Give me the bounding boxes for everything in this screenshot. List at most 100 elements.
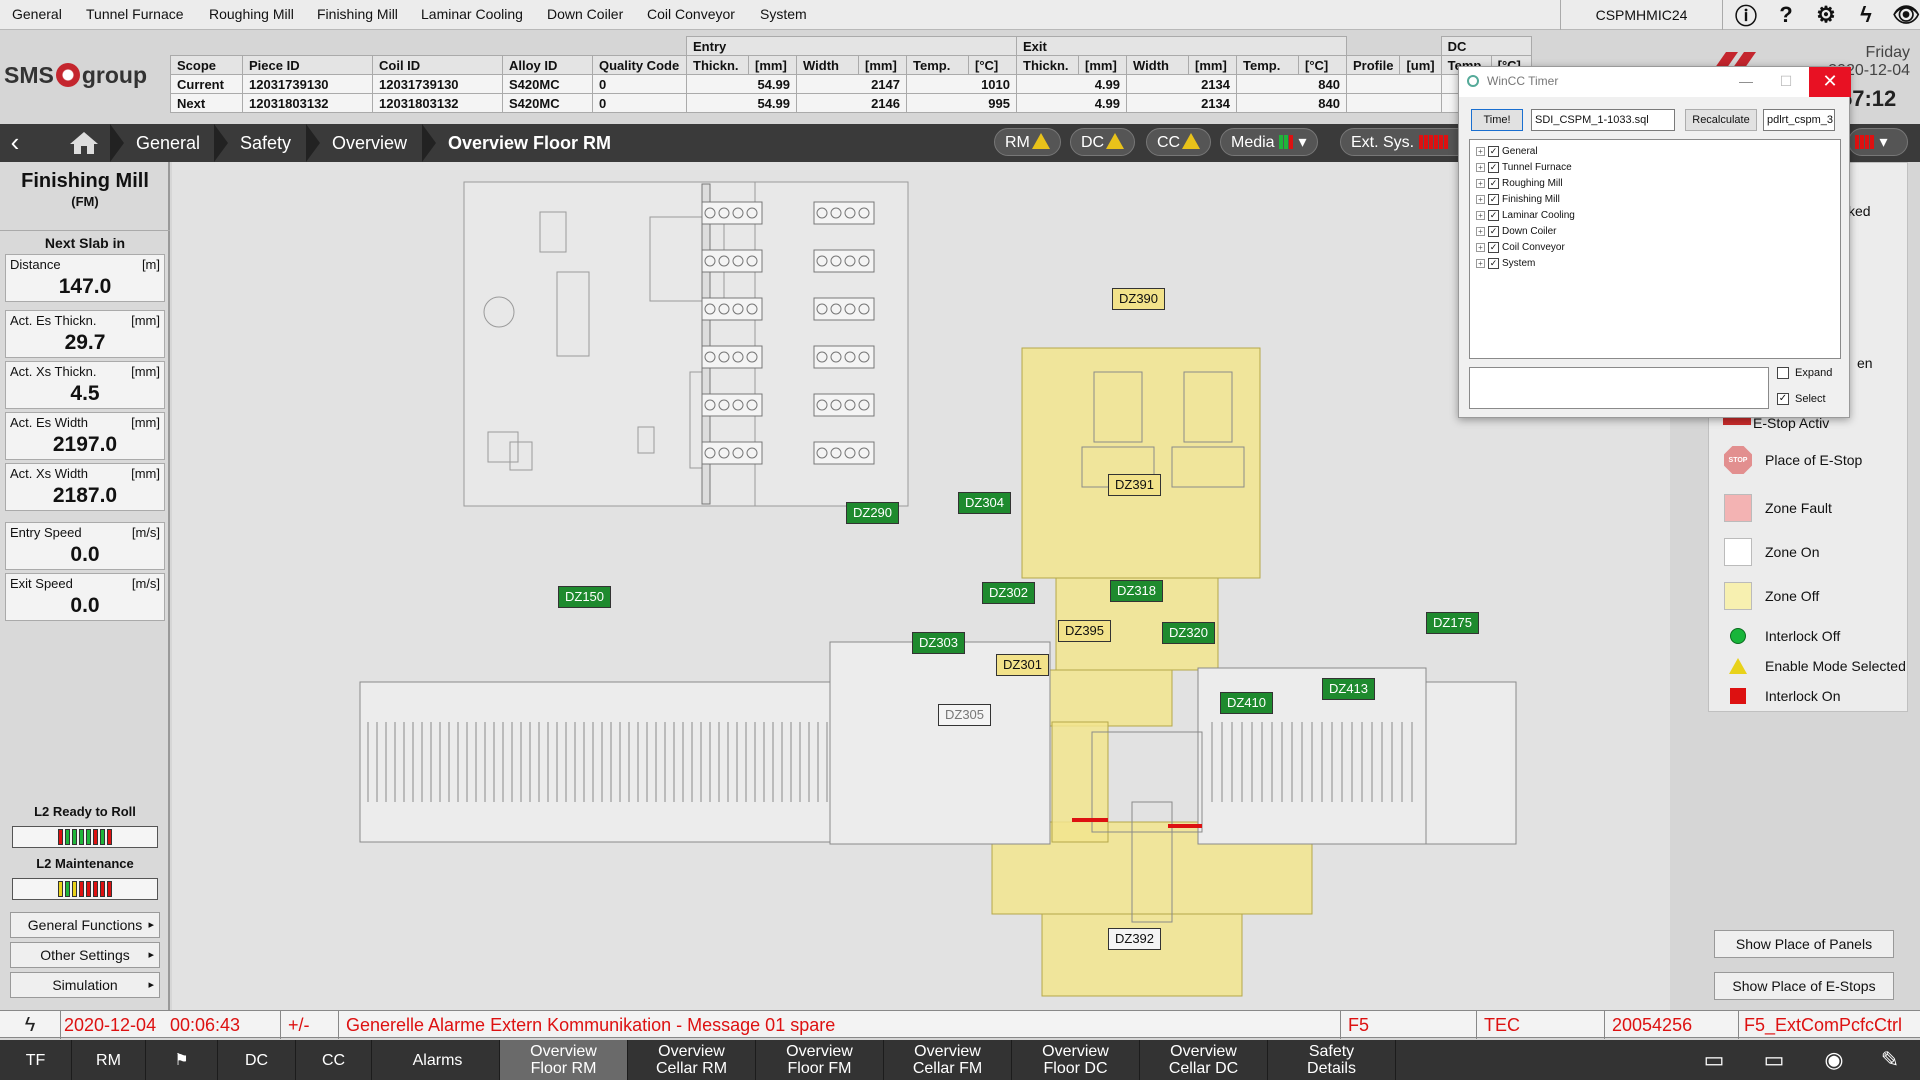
sql-file-input[interactable]: SDI_CSPM_1-1033.sql (1531, 109, 1675, 131)
close-icon[interactable]: ✕ (1809, 67, 1851, 97)
menu-tunnel-furnace[interactable]: Tunnel Furnace (86, 6, 184, 22)
view-overview-floor-fm[interactable]: Overview Floor FM (756, 1040, 884, 1080)
tree-node-roughing-mill[interactable]: + ✓ Roughing Mill (1476, 176, 1563, 190)
zone-dz304[interactable]: DZ304 (958, 492, 1012, 514)
zone-dz150[interactable]: DZ150 (558, 586, 612, 608)
flag-button[interactable]: ⚑ (146, 1040, 218, 1080)
breadcrumb-overview[interactable]: Overview (306, 124, 407, 162)
tree-node-finishing-mill[interactable]: + ✓ Finishing Mill (1476, 192, 1560, 206)
checkbox[interactable]: ✓ (1488, 145, 1499, 157)
show-place-of-estops-button[interactable]: Show Place of E-Stops (1714, 972, 1894, 1000)
help-icon[interactable]: ? (1766, 2, 1806, 28)
breadcrumb-safety[interactable]: Safety (214, 124, 291, 162)
checkbox[interactable]: ✓ (1488, 209, 1499, 221)
select-checkbox[interactable]: ✓ Select (1777, 391, 1826, 407)
acknowledge-icon[interactable]: ϟ (0, 1011, 60, 1039)
checkbox[interactable]: ✓ (1488, 161, 1499, 173)
checkbox[interactable]: ✓ (1488, 193, 1499, 205)
ext-sys-status-pill[interactable]: Ext. Sys. (1340, 128, 1460, 156)
view-overview-floor-rm[interactable]: Overview Floor RM (500, 1040, 628, 1080)
checkbox[interactable]: ✓ (1488, 257, 1499, 269)
edit-icon[interactable]: ✎ (1866, 1044, 1914, 1076)
dc-status-pill[interactable]: DC (1070, 128, 1136, 156)
table-cell: 995 (906, 93, 1017, 113)
menu-general[interactable]: General (12, 6, 62, 22)
zone-dz320[interactable]: DZ320 (1162, 622, 1216, 644)
maximize-icon[interactable]: ☐ (1769, 69, 1803, 95)
tf-button[interactable]: TF (0, 1040, 72, 1080)
recalculate-button[interactable]: Recalculate (1685, 109, 1757, 131)
view-overview-cellar-dc[interactable]: Overview Cellar DC (1140, 1040, 1268, 1080)
rm-button[interactable]: RM (72, 1040, 146, 1080)
view-safety-details[interactable]: Safety Details (1268, 1040, 1396, 1080)
menu-down-coiler[interactable]: Down Coiler (547, 6, 623, 22)
other-settings-button[interactable]: Other Settings (10, 942, 160, 968)
time-button[interactable]: Time! (1471, 109, 1523, 131)
checkbox[interactable]: ✓ (1488, 225, 1499, 237)
camera-icon[interactable]: ◉ (1810, 1044, 1858, 1076)
zone-dz410[interactable]: DZ410 (1220, 692, 1274, 714)
tree-node-general[interactable]: + ✓ General (1476, 144, 1538, 158)
table-cell: 2134 (1126, 93, 1237, 113)
l2-ready-label: L2 Ready to Roll (34, 804, 136, 819)
gear-icon[interactable]: ⚙ (1806, 2, 1846, 28)
cc-status-pill[interactable]: CC (1146, 128, 1212, 156)
rm-status-pill[interactable]: RM (994, 128, 1061, 156)
view-overview-cellar-fm[interactable]: Overview Cellar FM (884, 1040, 1012, 1080)
zone-dz305[interactable]: DZ305 (938, 704, 992, 726)
zone-dz290[interactable]: DZ290 (846, 502, 900, 524)
info-icon[interactable]: ⓘ (1726, 2, 1766, 29)
dialog-title-bar[interactable]: WinCC Timer — ☐ ✕ (1459, 67, 1851, 97)
table-cell: S420MC (502, 93, 593, 113)
expand-checkbox[interactable]: Expand (1777, 365, 1832, 381)
monitor-settings-icon[interactable]: ▭ (1750, 1044, 1798, 1076)
extra-status-pill[interactable]: ▾ (1848, 128, 1908, 156)
menu-finishing-mill[interactable]: Finishing Mill (317, 6, 398, 22)
zone-dz413[interactable]: DZ413 (1322, 678, 1376, 700)
tree-node-system[interactable]: + ✓ System (1476, 256, 1535, 270)
view-overview-floor-dc[interactable]: Overview Floor DC (1012, 1040, 1140, 1080)
zone-dz391[interactable]: DZ391 (1108, 474, 1162, 496)
dc-button[interactable]: DC (218, 1040, 296, 1080)
area-tree: + ✓ General + ✓ Tunnel Furnace + ✓ Roughing Mi… (1469, 139, 1841, 359)
menu-roughing-mill[interactable]: Roughing Mill (209, 6, 294, 22)
eye-icon[interactable]: 👁 (1886, 2, 1920, 28)
table-cell: 1010 (906, 74, 1017, 94)
monitor-icon[interactable]: ▭ (1690, 1044, 1738, 1076)
dialog-output-text[interactable] (1469, 367, 1769, 409)
power-icon[interactable]: ϟ (1846, 2, 1886, 28)
zone-dz318[interactable]: DZ318 (1110, 580, 1164, 602)
zone-dz175[interactable]: DZ175 (1426, 612, 1480, 634)
menu-coil-conveyor[interactable]: Coil Conveyor (647, 6, 735, 22)
checkbox[interactable]: ✓ (1488, 177, 1499, 189)
zone-dz390[interactable]: DZ390 (1112, 288, 1166, 310)
tree-node-tunnel-furnace[interactable]: + ✓ Tunnel Furnace (1476, 160, 1572, 174)
simulation-button[interactable]: Simulation (10, 972, 160, 998)
tree-node-coil-conveyor[interactable]: + ✓ Coil Conveyor (1476, 240, 1565, 254)
checkbox[interactable]: ✓ (1488, 241, 1499, 253)
home-icon[interactable] (64, 130, 104, 156)
menu-system[interactable]: System (760, 6, 807, 22)
media-status-pill[interactable]: Media ▾ (1220, 128, 1318, 156)
led-indicator (93, 829, 98, 845)
back-arrow-icon[interactable]: ‹ (0, 124, 30, 162)
breadcrumb-general[interactable]: General (110, 124, 200, 162)
zone-dz302[interactable]: DZ302 (982, 582, 1036, 604)
zone-dz392[interactable]: DZ392 (1108, 928, 1162, 950)
show-place-of-panels-button[interactable]: Show Place of Panels (1714, 930, 1894, 958)
zone-dz301[interactable]: DZ301 (996, 654, 1050, 676)
zone-dz303[interactable]: DZ303 (912, 632, 966, 654)
led-indicator (1418, 135, 1423, 149)
cc-button[interactable]: CC (296, 1040, 372, 1080)
tree-node-down-coiler[interactable]: + ✓ Down Coiler (1476, 224, 1556, 238)
general-functions-button[interactable]: General Functions (10, 912, 160, 938)
table-cell: 12031739130 (242, 74, 373, 94)
alarms-button[interactable]: Alarms (376, 1040, 500, 1080)
zone-dz395[interactable]: DZ395 (1058, 620, 1112, 642)
tree-node-laminar-cooling[interactable]: + ✓ Laminar Cooling (1476, 208, 1575, 222)
alarm-bar[interactable]: ϟ 2020-12-04 00:06:43 +/- Generelle Alar… (0, 1010, 1920, 1039)
menu-laminar-cooling[interactable]: Laminar Cooling (421, 6, 523, 22)
view-overview-cellar-rm[interactable]: Overview Cellar RM (628, 1040, 756, 1080)
minimize-icon[interactable]: — (1729, 69, 1763, 95)
database-input[interactable]: pdlrt_cspm_3 (1763, 109, 1835, 131)
